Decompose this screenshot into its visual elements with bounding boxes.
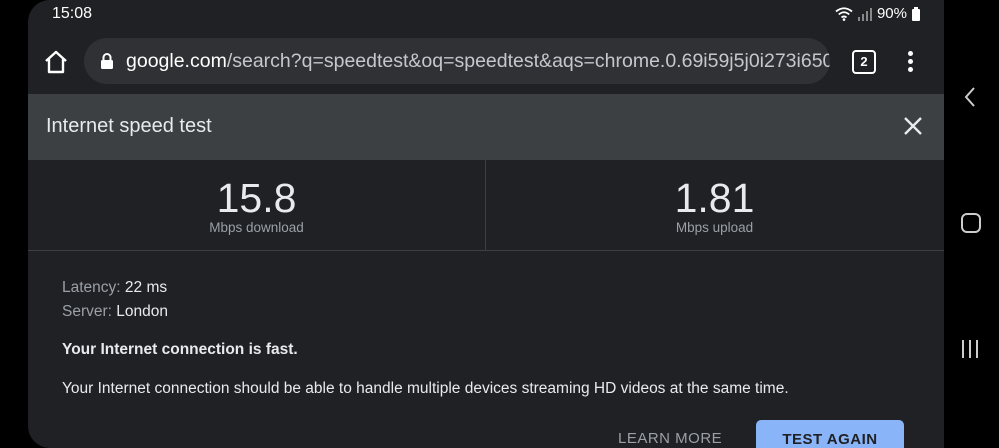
dialog-title: Internet speed test <box>46 115 212 137</box>
status-bar: 15:08 90% <box>28 0 944 30</box>
more-menu-icon[interactable] <box>900 48 920 76</box>
url-text: google.com/search?q=speedtest&oq=speedte… <box>126 50 830 73</box>
close-icon[interactable] <box>902 115 924 137</box>
test-again-button[interactable]: TEST AGAIN <box>756 420 904 448</box>
home-icon[interactable] <box>42 48 70 76</box>
status-indicators: 90% <box>835 5 920 22</box>
server-row: Server: London <box>62 300 168 324</box>
wifi-icon <box>835 6 853 21</box>
server-label: Server: <box>62 303 112 320</box>
download-unit: Mbps download <box>209 220 304 235</box>
upload-unit: Mbps upload <box>675 220 754 235</box>
url-path: /search?q=speedtest&oq=speedtest&aqs=chr… <box>226 50 830 72</box>
system-nav-bar <box>944 0 999 448</box>
download-result: 15.8 Mbps download <box>28 160 486 250</box>
browser-toolbar: google.com/search?q=speedtest&oq=speedte… <box>28 30 944 94</box>
battery-icon <box>912 6 920 21</box>
speed-description: Your Internet connection should be able … <box>62 380 789 397</box>
download-value: 15.8 <box>216 175 297 221</box>
dialog-header: Internet speed test <box>28 94 944 160</box>
status-time: 15:08 <box>52 5 93 22</box>
back-icon[interactable] <box>962 86 978 108</box>
lock-icon <box>101 53 113 69</box>
recent-apps-icon[interactable] <box>961 340 981 358</box>
connection-info: Latency: 22 ms Server: London <box>62 276 168 324</box>
upload-value: 1.81 <box>674 175 755 221</box>
server-value: London <box>116 303 169 320</box>
speed-verdict: Your Internet connection is fast. <box>62 341 298 358</box>
latency-row: Latency: 22 ms <box>62 276 168 300</box>
address-bar[interactable]: google.com/search?q=speedtest&oq=speedte… <box>84 38 830 84</box>
browser-screen: 15:08 90% google.com/search?q=speedtest&… <box>28 0 944 448</box>
learn-more-button[interactable]: LEARN MORE <box>618 430 722 447</box>
speed-results: 15.8 Mbps download 1.81 Mbps upload <box>28 160 944 251</box>
latency-value: 22 ms <box>124 279 168 296</box>
upload-result: 1.81 Mbps upload <box>486 160 943 250</box>
battery-percent: 90% <box>876 5 907 22</box>
home-nav-icon[interactable] <box>961 213 981 233</box>
url-host: google.com <box>126 50 227 72</box>
signal-icon <box>857 7 872 21</box>
latency-label: Latency: <box>62 279 121 296</box>
tab-switcher-button[interactable]: 2 <box>852 50 876 74</box>
